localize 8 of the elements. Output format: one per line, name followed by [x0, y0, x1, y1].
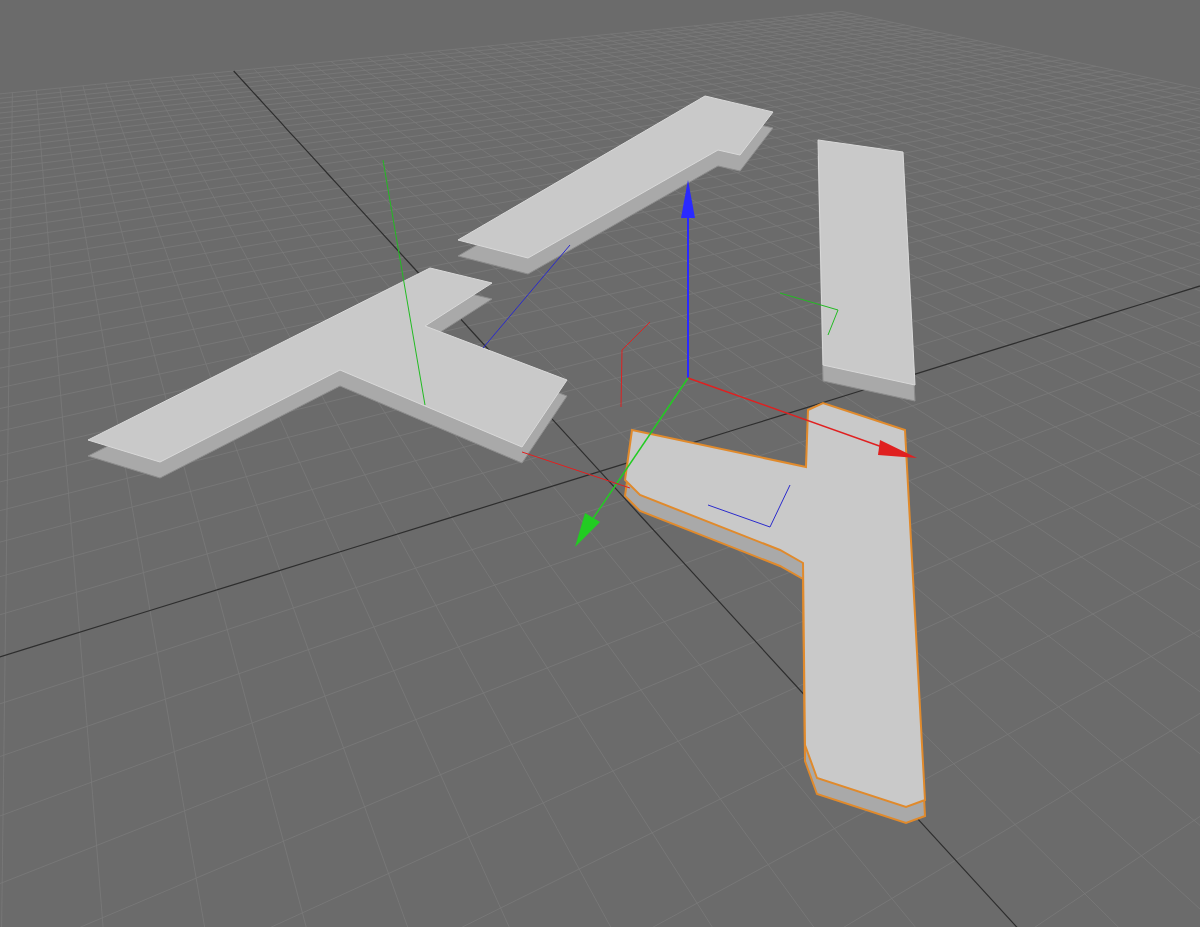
axis-line: [779, 292, 839, 336]
l-shaped-block[interactable]: [623, 401, 927, 825]
l-shaped-block[interactable]: [87, 267, 568, 479]
bar-block[interactable]: [817, 139, 916, 402]
axis-arrow[interactable]: [687, 377, 917, 458]
axis-arrow[interactable]: [575, 377, 689, 547]
bar-block[interactable]: [457, 95, 774, 275]
axis-arrow[interactable]: [681, 180, 695, 379]
